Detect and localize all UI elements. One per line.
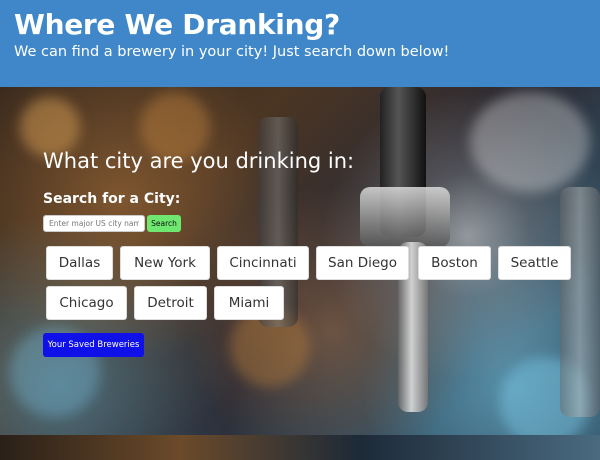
site-header: Where We Dranking? We can find a brewery… (0, 0, 600, 87)
bottom-background-strip (0, 435, 600, 460)
site-subtitle: We can find a brewery in your city! Just… (14, 44, 450, 60)
city-question-heading: What city are you drinking in: (43, 149, 355, 173)
city-button-boston[interactable]: Boston (418, 246, 491, 280)
city-button-new-york[interactable]: New York (120, 246, 210, 280)
city-button-dallas[interactable]: Dallas (46, 246, 113, 280)
site-title: Where We Dranking? (14, 8, 340, 41)
city-search-input[interactable] (43, 215, 145, 232)
city-button-cincinnati[interactable]: Cincinnati (217, 246, 309, 280)
city-button-chicago[interactable]: Chicago (46, 286, 127, 320)
search-section: What city are you drinking in: Search fo… (43, 148, 583, 232)
city-button-seattle[interactable]: Seattle (498, 246, 571, 280)
search-button[interactable]: Search (147, 215, 181, 232)
city-button-san-diego[interactable]: San Diego (316, 246, 409, 280)
city-button-detroit[interactable]: Detroit (134, 286, 207, 320)
saved-breweries-button[interactable]: Your Saved Breweries (43, 333, 144, 357)
search-label: Search for a City: (43, 191, 181, 207)
city-button-miami[interactable]: Miami (214, 286, 284, 320)
